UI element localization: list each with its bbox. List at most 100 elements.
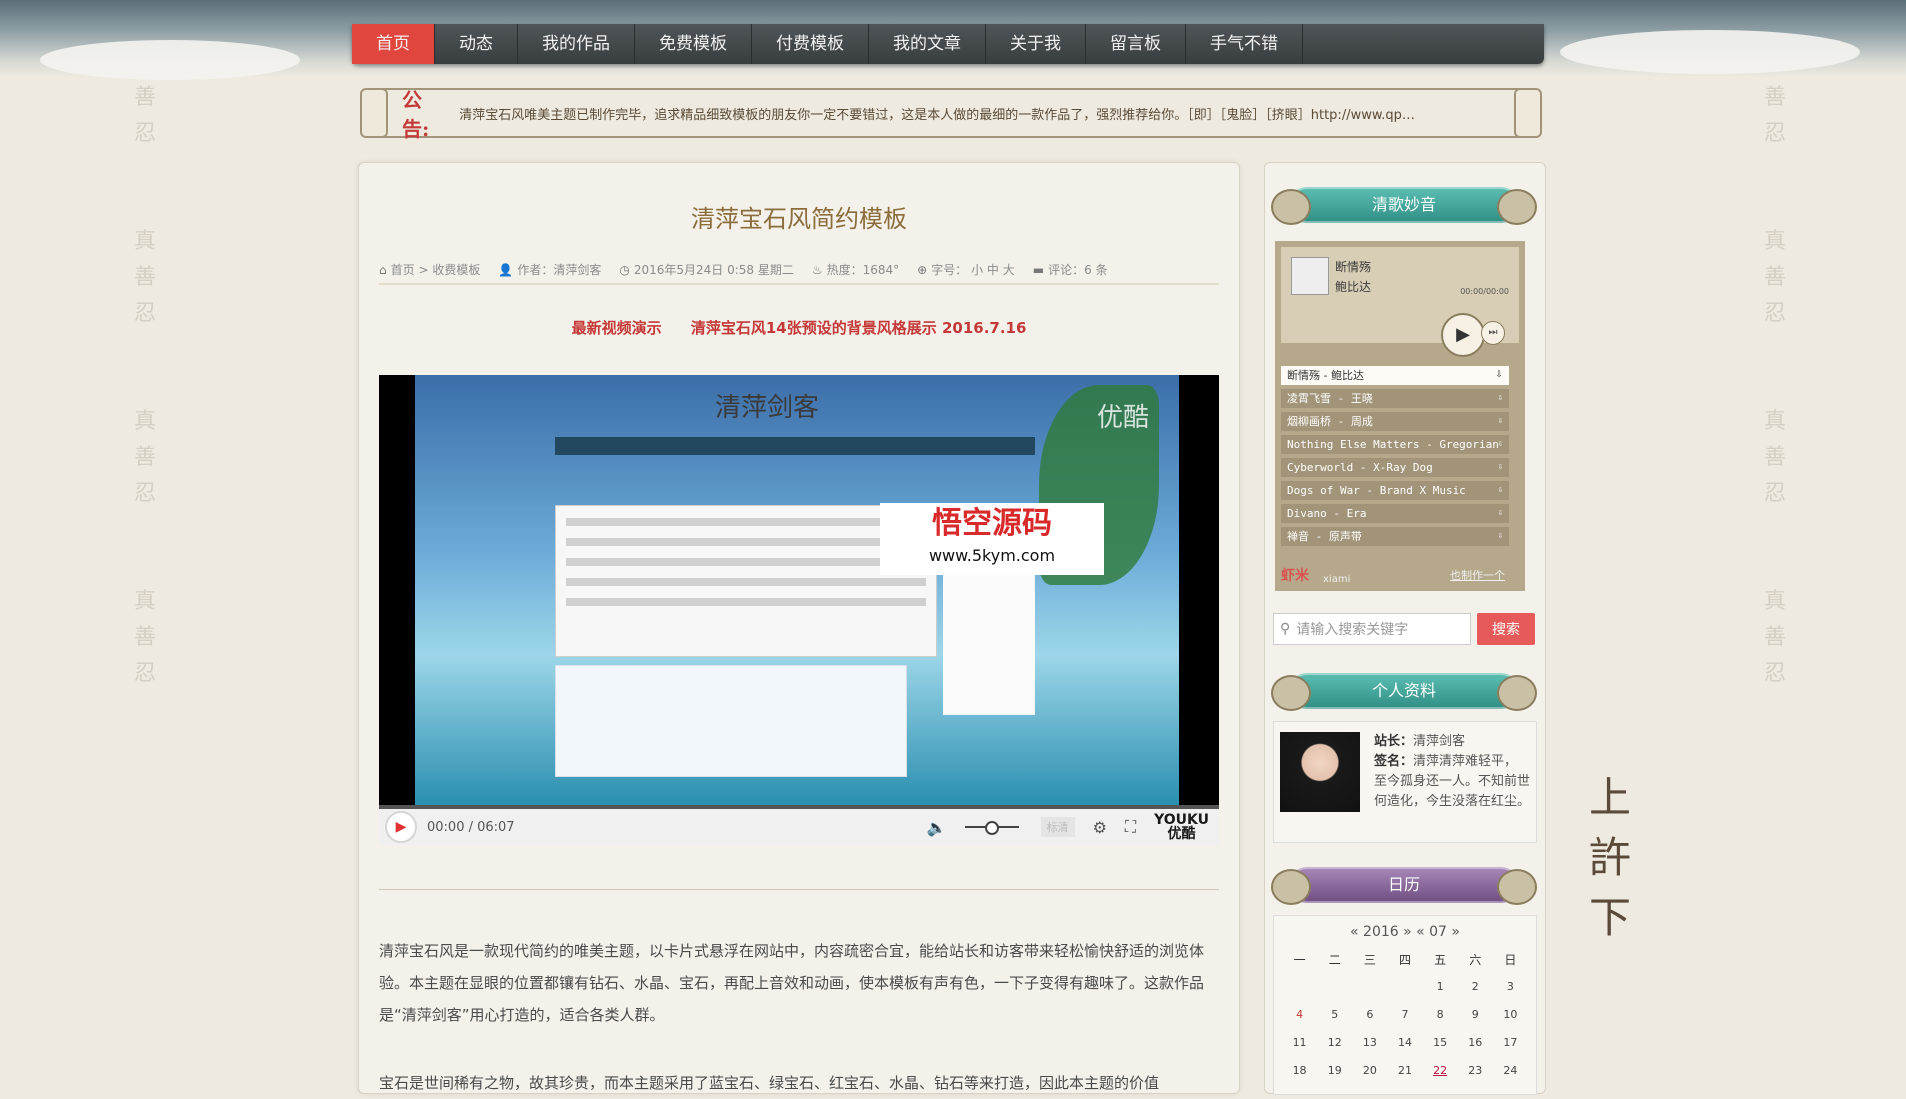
nav-item-news[interactable]: 动态 bbox=[435, 24, 518, 64]
announcement-label: 公告: bbox=[402, 88, 430, 141]
video-inner-nav bbox=[555, 437, 1035, 455]
breadcrumb-category[interactable]: 收费模板 bbox=[432, 263, 480, 277]
music-play-button[interactable]: ▶ bbox=[1441, 313, 1485, 357]
sidebar: 清歌妙音 断情殇 鲍比达 00:00/00:00 ▶ ⏭ 断情殇 - 鲍比达 ⇩ … bbox=[1264, 162, 1546, 1095]
cloud-decoration bbox=[40, 40, 300, 80]
nav-item-about[interactable]: 关于我 bbox=[986, 24, 1086, 64]
post-author: 作者：清萍剑客 bbox=[517, 262, 602, 277]
search-input[interactable]: ⚲ 请输入搜索关键字 bbox=[1273, 613, 1471, 645]
video-player[interactable]: 清萍剑客 优酷 悟空源码 www.5kym.com ▶ 00:00 / 06:0… bbox=[379, 375, 1219, 845]
now-playing: 断情殇 鲍比达 bbox=[1335, 260, 1372, 294]
search-icon: ⚲ bbox=[1280, 621, 1291, 637]
divider bbox=[379, 889, 1219, 890]
profile-card: 站长：清萍剑客 签名：清萍清萍难轻平，至今孤身还一人。不知前世何造化，今生没落在… bbox=[1273, 721, 1537, 843]
video-time: 00:00 / 06:07 bbox=[427, 819, 515, 835]
player-head: 断情殇 鲍比达 00:00/00:00 ▶ ⏭ bbox=[1281, 247, 1519, 357]
home-icon: ⌂ bbox=[379, 262, 387, 277]
side-calligraphy: 上 許 下 bbox=[1588, 773, 1631, 942]
clock-icon: ◷ bbox=[619, 262, 630, 277]
announcement-text[interactable]: 清萍宝石风唯美主题已制作完毕，追求精品细致模板的朋友你一定不要错过，这是本人做的… bbox=[459, 104, 1536, 123]
calendar-grid: 一二三四五六日 123 4 5 6 7 8 9 10 11 12 13 14 15 16 17 18 19… bbox=[1282, 946, 1528, 1084]
music-next-button[interactable]: ⏭ bbox=[1481, 321, 1505, 345]
fontsize-small[interactable]: 小 bbox=[971, 263, 983, 277]
fontsize-big[interactable]: 大 bbox=[1003, 263, 1015, 277]
playlist-item[interactable]: Nothing Else Matters - Gregorian ⇩ bbox=[1281, 435, 1509, 454]
album-cover bbox=[1291, 257, 1329, 295]
post-hot: 热度：1684° bbox=[826, 262, 900, 277]
video-inner-sidebar bbox=[943, 565, 1035, 715]
post-paragraph: 宝石是世间稀有之物，故其珍贵，而本主题采用了蓝宝石、绿宝石、红宝石、水晶、钻石等… bbox=[379, 1074, 1160, 1092]
volume-icon[interactable]: 🔈 bbox=[927, 818, 947, 837]
calendar-day-link[interactable]: 4 bbox=[1282, 1000, 1317, 1028]
ornament-icon bbox=[1497, 869, 1537, 905]
post-meta: ⌂ 首页 > 收费模板 👤 作者：清萍剑客 ◷ 2016年5月24日 0:58 星期二… bbox=[379, 255, 1219, 285]
make-widget-link[interactable]: 也制作一个 bbox=[1450, 567, 1505, 583]
avatar bbox=[1280, 732, 1360, 812]
user-icon: 👤 bbox=[498, 262, 514, 277]
download-icon: ⇩ bbox=[1497, 439, 1503, 449]
background-pattern: 善忍真善忍真善忍真善忍 bbox=[1763, 85, 1786, 686]
ornament-icon bbox=[1271, 869, 1311, 905]
widget-title-music: 清歌妙音 bbox=[1271, 187, 1537, 225]
nav-item-paid-templates[interactable]: 付费模板 bbox=[752, 24, 869, 64]
video-screen[interactable]: 清萍剑客 优酷 悟空源码 www.5kym.com bbox=[415, 375, 1179, 805]
fontsize-mid[interactable]: 中 bbox=[987, 263, 999, 277]
download-icon: ⇩ bbox=[1497, 485, 1503, 495]
youku-watermark: 优酷 bbox=[1096, 403, 1149, 433]
site-watermark: 悟空源码 www.5kym.com bbox=[880, 503, 1104, 575]
nav-item-works[interactable]: 我的作品 bbox=[518, 24, 635, 64]
article-card: 清萍宝石风简约模板 ⌂ 首页 > 收费模板 👤 作者：清萍剑客 ◷ 2016年5月24… bbox=[358, 162, 1240, 1094]
quality-button[interactable]: 标清 bbox=[1040, 817, 1075, 837]
calendar-caption[interactable]: « 2016 » « 07 » bbox=[1274, 924, 1536, 940]
nav-item-lucky[interactable]: 手气不错 bbox=[1186, 24, 1303, 64]
volume-slider[interactable] bbox=[964, 821, 1019, 835]
ornament-left bbox=[360, 88, 388, 138]
nav-item-articles[interactable]: 我的文章 bbox=[869, 24, 986, 64]
download-icon: ⇩ bbox=[1495, 370, 1503, 380]
main-nav: 首页 动态 我的作品 免费模板 付费模板 我的文章 关于我 留言板 手气不错 bbox=[352, 24, 1544, 64]
playlist: 断情殇 - 鲍比达 ⇩ 凌霄飞雪 - 王晓 ⇩ 烟柳画桥 - 周成 ⇩ Nothing… bbox=[1281, 366, 1509, 550]
announcement-bar: 公告: 清萍宝石风唯美主题已制作完毕，追求精品细致模板的朋友你一定不要错过，这是… bbox=[360, 88, 1542, 141]
nav-item-home[interactable]: 首页 bbox=[352, 24, 435, 64]
youku-logo[interactable]: YOUKU 优酷 bbox=[1154, 813, 1209, 841]
cloud-decoration bbox=[1560, 30, 1860, 74]
nav-item-guestbook[interactable]: 留言板 bbox=[1086, 24, 1186, 64]
breadcrumb: ⌂ 首页 > 收费模板 bbox=[379, 262, 481, 277]
play-button[interactable]: ▶ bbox=[385, 811, 417, 843]
playlist-item[interactable]: Cyberworld - X-Ray Dog ⇩ bbox=[1281, 458, 1509, 477]
download-icon: ⇩ bbox=[1497, 462, 1503, 472]
video-inner-card bbox=[555, 665, 907, 777]
player-time: 00:00/00:00 bbox=[1460, 287, 1509, 296]
ornament-right bbox=[1514, 88, 1542, 138]
breadcrumb-home[interactable]: 首页 bbox=[391, 263, 415, 277]
playlist-item[interactable]: 凌霄飞雪 - 王晓 ⇩ bbox=[1281, 389, 1509, 408]
playlist-item[interactable]: Dogs of War - Brand X Music ⇩ bbox=[1281, 481, 1509, 500]
ornament-icon bbox=[1497, 189, 1537, 225]
profile-info: 站长：清萍剑客 签名：清萍清萍难轻平，至今孤身还一人。不知前世何造化，今生没落在… bbox=[1374, 734, 1531, 809]
nav-item-free-templates[interactable]: 免费模板 bbox=[635, 24, 752, 64]
fire-icon: ♨ bbox=[811, 262, 823, 277]
search-button[interactable]: 搜索 bbox=[1477, 613, 1535, 645]
video-controls: ▶ 00:00 / 06:07 🔈 标清 ⚙ ⛶ YOUKU 优酷 bbox=[379, 809, 1219, 845]
settings-icon[interactable]: ⚙ bbox=[1093, 818, 1107, 837]
zoom-icon: ⊕ bbox=[917, 262, 928, 277]
volume-knob[interactable] bbox=[984, 821, 999, 835]
fullscreen-icon[interactable]: ⛶ bbox=[1125, 817, 1136, 837]
xiami-logo[interactable]: 虾米 bbox=[1281, 565, 1309, 585]
playlist-item[interactable]: 烟柳画桥 - 周成 ⇩ bbox=[1281, 412, 1509, 431]
widget-title-profile: 个人资料 bbox=[1271, 673, 1537, 711]
post-comments[interactable]: 评论：6 条 bbox=[1048, 263, 1107, 277]
calendar-day: 1 bbox=[1436, 979, 1444, 993]
playlist-item[interactable]: Divano - Era ⇩ bbox=[1281, 504, 1509, 523]
background-pattern: 善忍真善忍真善忍真善忍 bbox=[133, 85, 156, 686]
playlist-item[interactable]: 禅音 - 原声带 ⇩ bbox=[1281, 527, 1509, 546]
download-icon: ⇩ bbox=[1497, 531, 1503, 541]
comment-icon: ▬ bbox=[1032, 262, 1045, 277]
download-icon: ⇩ bbox=[1497, 416, 1503, 426]
calendar-day: 2 bbox=[1471, 979, 1479, 993]
playlist-item[interactable]: 断情殇 - 鲍比达 ⇩ bbox=[1281, 366, 1509, 385]
headline-left: 最新视频演示 bbox=[571, 319, 662, 337]
xiami-logo-sub: xiami bbox=[1323, 574, 1351, 585]
download-icon: ⇩ bbox=[1497, 508, 1503, 518]
video-inner-title: 清萍剑客 bbox=[715, 393, 820, 423]
